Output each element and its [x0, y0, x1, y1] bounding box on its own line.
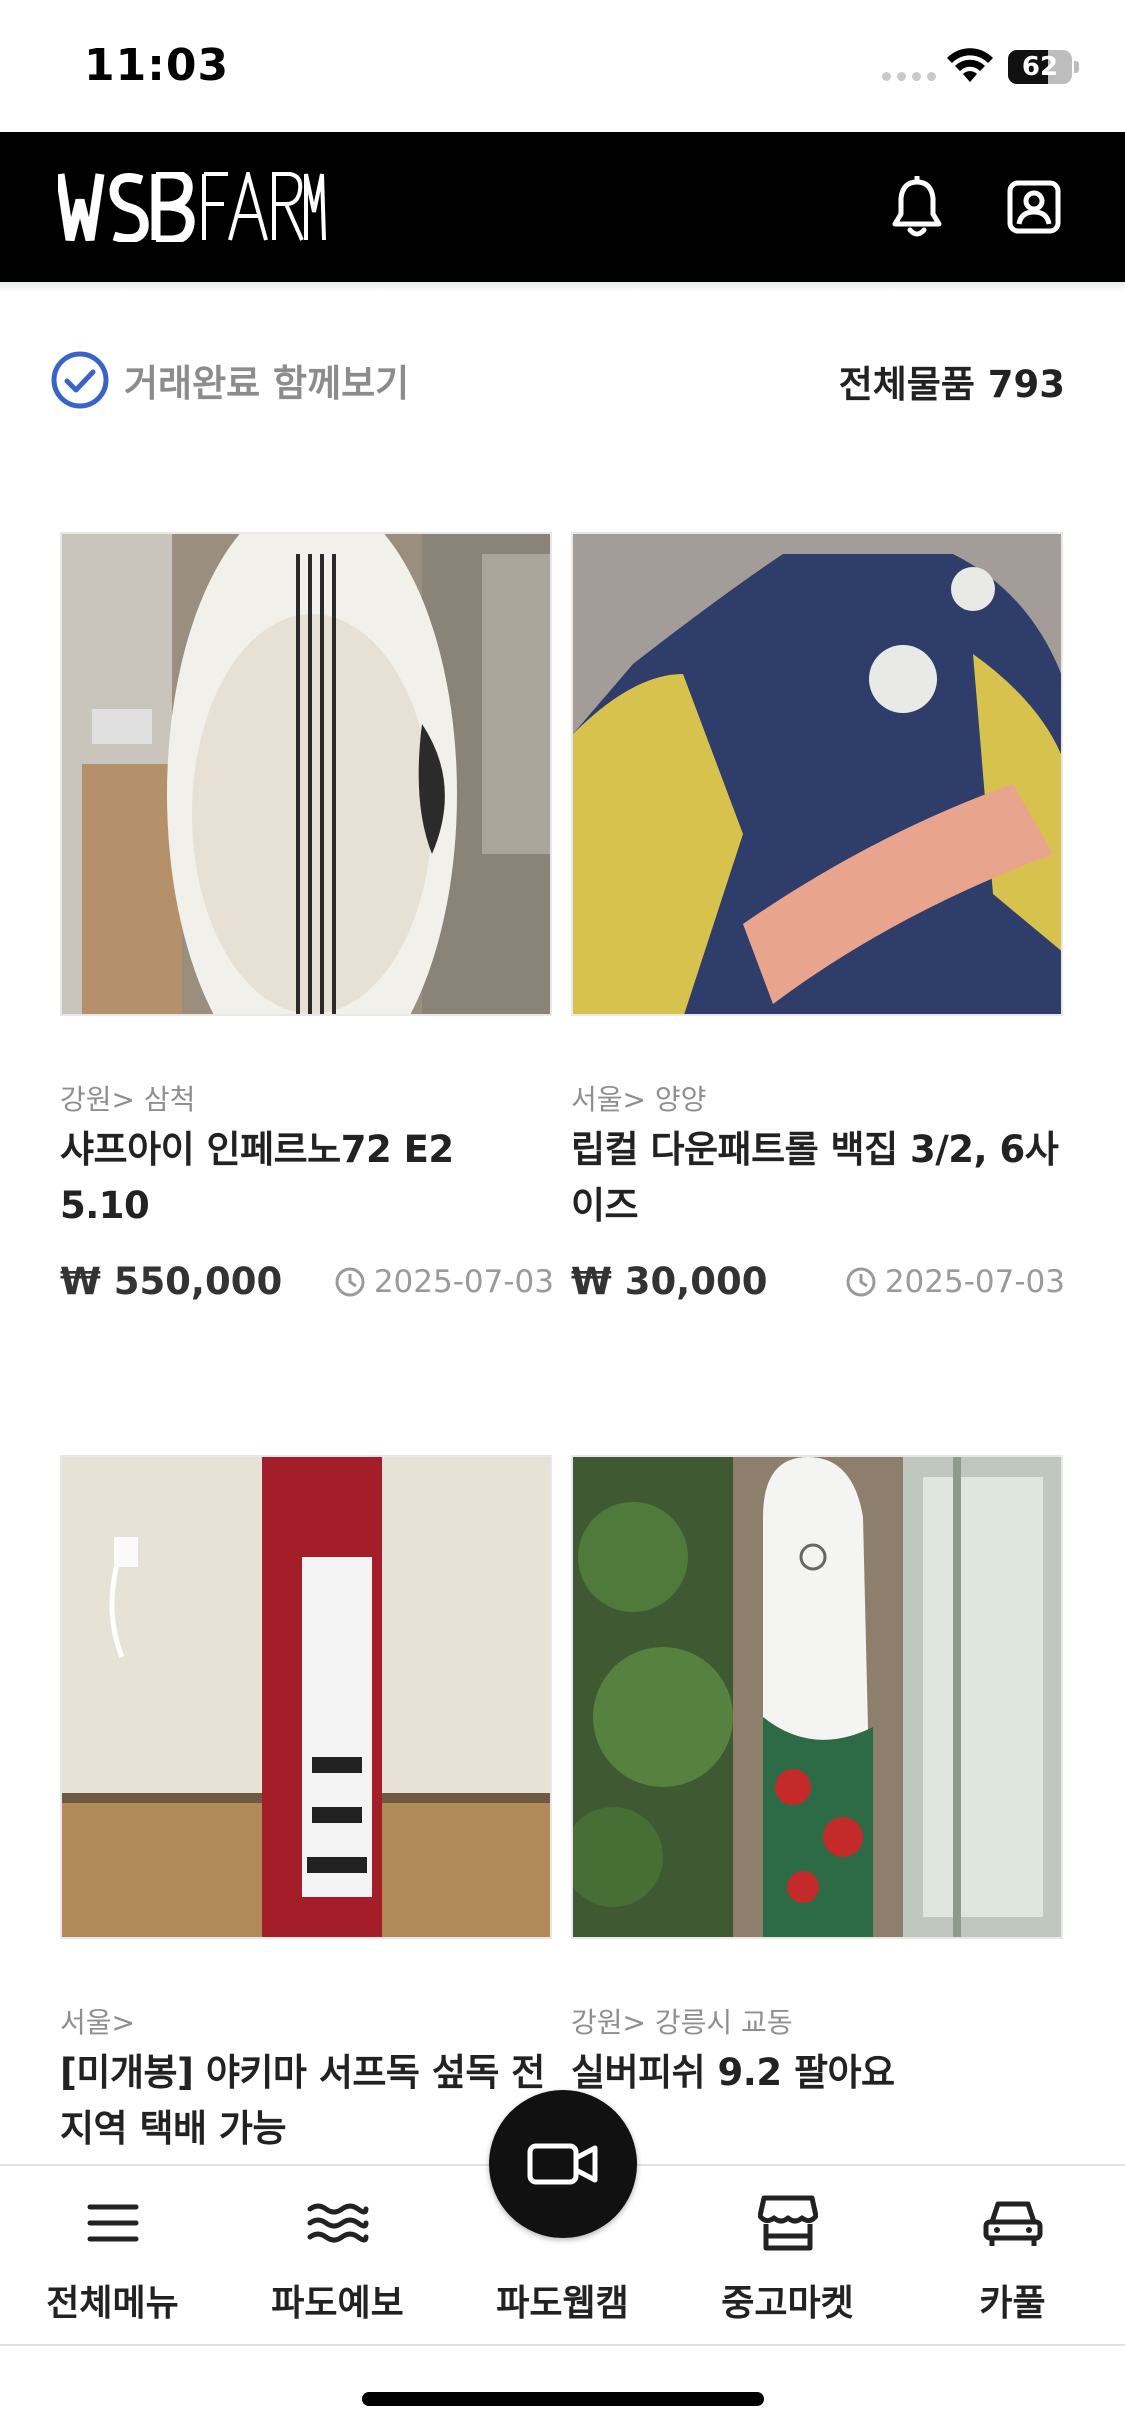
clock-icon: [846, 1267, 876, 1297]
nav-wave-forecast[interactable]: 파도예보: [225, 2166, 450, 2346]
app-header: [0, 132, 1125, 282]
nav-label: 카풀: [979, 2283, 1046, 2324]
filter-row: 거래완료 함께보기 전체물품 793: [0, 340, 1125, 420]
product-title: [미개봉] 야키마 서프독 섶독 전지역 택배 가능: [60, 2051, 545, 2150]
status-time: 11:03: [84, 40, 230, 91]
product-meta: ₩ 30,000 2025-07-03: [571, 1256, 1065, 1306]
webcam-fab-button[interactable]: [489, 2090, 637, 2238]
product-card[interactable]: 강원> 삼척 샤프아이 인페르노72 E2 5.10 ₩ 550,000 202…: [60, 532, 554, 1306]
status-bar: 11:03 62: [0, 0, 1125, 132]
product-title: 샤프아이 인페르노72 E2 5.10: [60, 1128, 454, 1227]
nav-label: 파도웹캠: [496, 2283, 629, 2324]
clock-icon: [335, 1267, 365, 1297]
bell-icon: [892, 176, 942, 237]
product-price: ₩ 30,000: [571, 1260, 768, 1303]
show-completed-label: 거래완료 함께보기: [124, 362, 410, 405]
product-location: 강원> 삼척: [60, 1083, 196, 1116]
battery-level: 62: [1021, 52, 1059, 82]
product-location: 강원> 강릉시 교동: [571, 2006, 793, 2039]
total-item-count: 전체물품 793: [838, 363, 1065, 406]
home-indicator[interactable]: [362, 2392, 764, 2406]
nav-carpool[interactable]: 카풀: [900, 2166, 1125, 2346]
product-card[interactable]: 서울> 양양 립컬 다운패트롤 백집 3/2, 6사이즈 ₩ 30,000 20…: [571, 532, 1065, 1306]
product-date: 2025-07-03: [334, 1264, 554, 1300]
product-location: 서울> 양양: [571, 1083, 707, 1116]
video-camera-icon: [527, 2143, 598, 2185]
check-circle-icon: [51, 351, 109, 409]
waves-icon: [307, 2203, 368, 2243]
nav-all-menu[interactable]: 전체메뉴: [0, 2166, 225, 2346]
nav-label: 전체메뉴: [46, 2283, 179, 2324]
car-icon: [983, 2201, 1042, 2246]
product-meta: ₩ 550,000 2025-07-03: [60, 1256, 554, 1306]
nav-used-market[interactable]: 중고마켓: [675, 2166, 900, 2346]
logo[interactable]: [58, 172, 328, 242]
user-profile-icon: [1007, 180, 1061, 234]
product-card[interactable]: 서울> [미개봉] 야키마 서프독 섶독 전지역 택배 가능: [60, 1455, 554, 2157]
product-image: [60, 1455, 552, 1939]
product-title: 립컬 다운패트롤 백집 3/2, 6사이즈: [571, 1128, 1059, 1227]
product-date: 2025-07-03: [845, 1264, 1065, 1300]
wifi-icon: [947, 48, 993, 82]
product-location: 서울>: [60, 2006, 135, 2039]
product-image: [60, 532, 552, 1016]
product-price: ₩ 550,000: [60, 1260, 283, 1303]
product-image: [571, 532, 1063, 1016]
product-date-text: 2025-07-03: [884, 1264, 1065, 1300]
notification-button[interactable]: [882, 172, 952, 242]
store-icon: [757, 2195, 818, 2251]
product-title: 실버피쉬 9.2 팔아요: [571, 2051, 895, 2094]
product-date-text: 2025-07-03: [373, 1264, 554, 1300]
nav-label: 중고마켓: [721, 2283, 854, 2324]
show-completed-toggle[interactable]: 거래완료 함께보기: [50, 350, 409, 410]
menu-icon: [87, 2204, 138, 2242]
product-card[interactable]: 강원> 강릉시 교동 실버피쉬 9.2 팔아요: [571, 1455, 1065, 2157]
product-image: [571, 1455, 1063, 1939]
battery-icon: 62: [1008, 50, 1072, 84]
cellular-signal-icon: [882, 72, 936, 81]
profile-button[interactable]: [999, 172, 1069, 242]
nav-label: 파도예보: [271, 2283, 404, 2324]
